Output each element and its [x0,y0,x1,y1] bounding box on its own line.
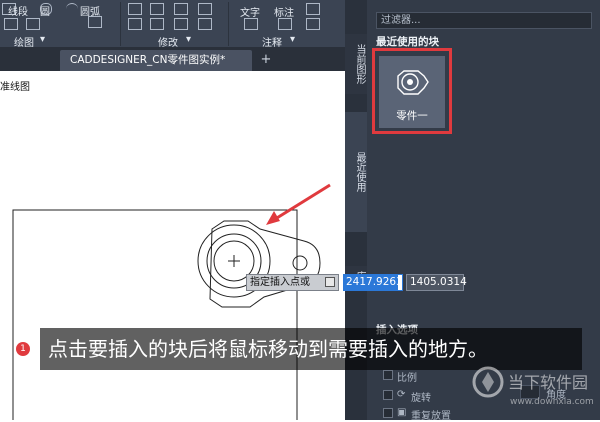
chevron-down-icon[interactable]: ▾ [186,34,191,45]
scale-tool-icon[interactable] [174,18,188,30]
trim-tool-icon[interactable] [150,18,164,30]
hatch-tool-icon[interactable] [26,18,40,30]
rotate-icon: ⟳ [397,389,406,400]
dimension-tool-icon[interactable] [278,18,292,30]
y-coordinate-input[interactable]: 1405.0314 [406,274,467,291]
stretch-tool-icon[interactable] [174,3,188,15]
arc-tool-icon[interactable] [66,3,78,12]
document-tab-title: CADDESIGNER_CN零件图实例* [70,54,226,66]
repeat-icon: ▣ [397,407,407,418]
highlight-frame [372,48,452,134]
scale-label: 比例 [397,373,417,384]
dropdown-arrow-icon[interactable] [325,277,335,287]
watermark-text: 当下软件园 [508,373,588,392]
ribbon-divider [228,2,229,46]
x-coordinate-input[interactable]: 2417.9263 [343,274,403,291]
leader-tool-icon[interactable] [306,3,320,15]
polyline-tool-icon[interactable] [4,18,18,30]
recent-blocks-title: 最近使用的块 [376,36,439,48]
scale-checkbox[interactable] [383,370,393,380]
copy-tool-icon[interactable] [150,3,164,15]
rotate-label: 旋转 [411,393,431,404]
filter-input[interactable]: 过滤器... [376,12,592,29]
ribbon-divider [120,2,121,46]
x-coordinate-value: 2417.9263 [344,275,403,290]
chevron-down-icon[interactable]: ▾ [290,34,295,45]
tool-label-text[interactable]: 文字 [240,4,260,19]
pointer-arrowhead [266,211,280,225]
rectangle-tool-icon[interactable] [88,16,102,28]
step-badge: 1 [16,342,30,356]
move-tool-icon[interactable] [128,3,142,15]
part-block-preview [197,220,321,308]
filter-placeholder: 过滤器... [381,15,421,26]
tool-label-circle[interactable]: 圆 [40,3,50,18]
y-coordinate-value: 1405.0314 [410,276,467,288]
repeat-checkbox[interactable] [383,408,393,418]
command-prompt-text: 指定插入点或 [250,277,310,288]
rotate-tool-icon[interactable] [128,18,142,30]
table-tool-icon[interactable] [306,18,320,30]
new-tab-button[interactable]: + [258,52,274,68]
site-watermark-logo: 当下软件园 www.downxia.com [472,366,594,407]
document-tab[interactable]: CADDESIGNER_CN零件图实例* [60,50,252,71]
ribbon-panel: 线段 圆 圆弧 文字 标注 绘图 ▾ 修改 ▾ 注释 ▾ [0,0,345,49]
drawing-border-rect [12,209,298,420]
pointer-arrow [271,183,331,223]
mirror-tool-icon[interactable] [198,3,212,15]
chevron-down-icon[interactable]: ▾ [40,34,45,45]
watermark-url: www.downxia.com [510,397,594,407]
tab-recent[interactable]: 最近使用 [345,112,367,232]
array-tool-icon[interactable] [198,18,212,30]
text-tool-icon[interactable] [244,18,258,30]
tool-label-line[interactable]: 线段 [8,3,28,18]
tool-label-dimension[interactable]: 标注 [274,4,294,19]
rotate-checkbox[interactable] [383,390,393,400]
tab-current-drawing[interactable]: 当前图形 [345,34,367,94]
